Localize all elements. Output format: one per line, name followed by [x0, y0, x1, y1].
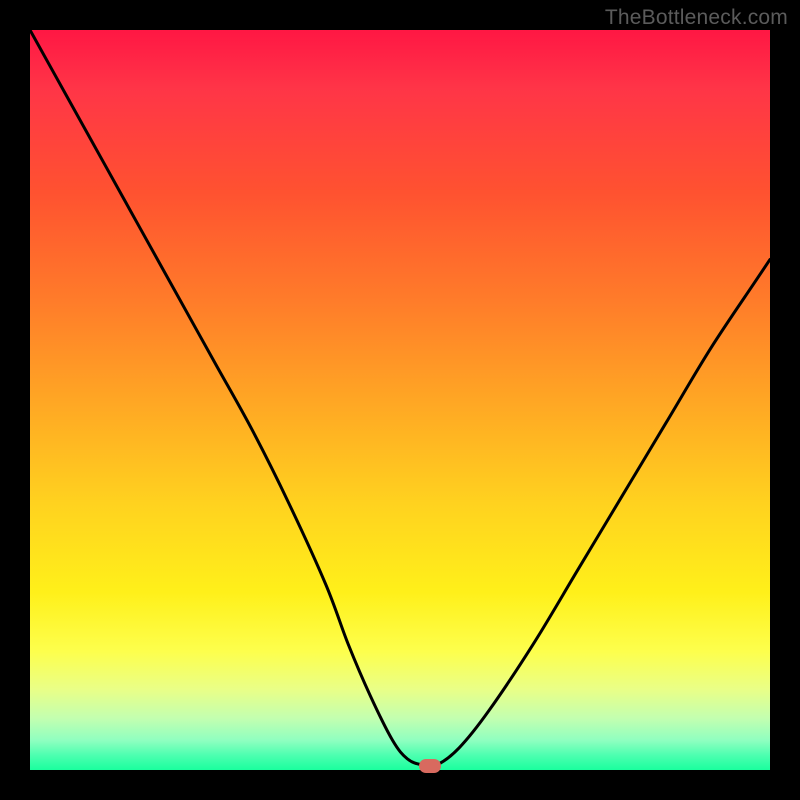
bottleneck-curve — [30, 30, 770, 770]
chart-container: TheBottleneck.com — [0, 0, 800, 800]
plot-area — [30, 30, 770, 770]
watermark-label: TheBottleneck.com — [605, 6, 788, 30]
optimal-point-marker — [419, 759, 441, 773]
curve-path — [30, 30, 770, 766]
